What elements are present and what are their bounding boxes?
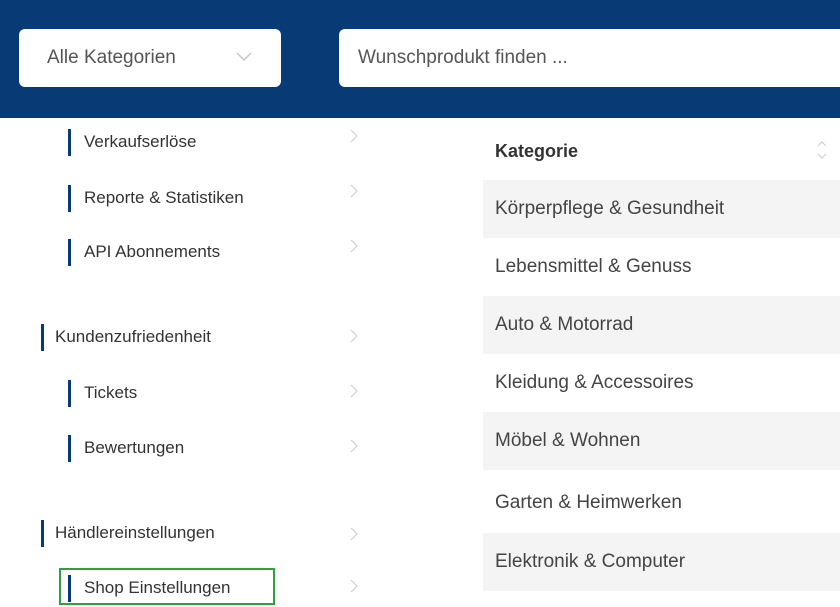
category-row[interactable]: Elektronik & Computer	[483, 533, 840, 591]
accent-bar	[68, 238, 71, 266]
category-select-value: Alle Kategorien	[47, 47, 176, 68]
category-label: Kleidung & Accessoires	[495, 372, 694, 393]
category-label: Elektronik & Computer	[495, 551, 686, 572]
sidebar-item-bewertungen[interactable]: Bewertungen	[68, 433, 184, 463]
chevron-right-icon[interactable]	[349, 579, 359, 593]
accent-bar	[68, 184, 71, 212]
accent-bar	[41, 323, 44, 351]
category-row[interactable]: Auto & Motorrad	[483, 296, 840, 354]
category-row[interactable]: Möbel & Wohnen	[483, 412, 840, 470]
category-row[interactable]: Garten & Heimwerken	[483, 474, 840, 532]
sidebar-item-haendlereinstellungen[interactable]: Händlereinstellungen	[41, 518, 215, 548]
sidebar-item-label: Tickets	[84, 383, 138, 402]
sidebar-item-kundenzufriedenheit[interactable]: Kundenzufriedenheit	[41, 322, 211, 352]
accent-bar	[41, 519, 44, 547]
top-header-bar: Alle Kategorien Wunschprodukt finden ...	[0, 0, 840, 118]
sidebar-item-label: Händlereinstellungen	[55, 523, 215, 542]
sidebar-item-label: Shop Einstellungen	[84, 578, 231, 597]
chevron-right-icon[interactable]	[349, 184, 359, 198]
sort-icon[interactable]	[815, 137, 829, 163]
chevron-right-icon[interactable]	[349, 384, 359, 398]
accent-bar	[68, 434, 71, 462]
category-row[interactable]: Lebensmittel & Genuss	[483, 238, 840, 296]
sidebar-item-label: Kundenzufriedenheit	[55, 327, 211, 346]
chevron-right-icon[interactable]	[349, 439, 359, 453]
chevron-right-icon[interactable]	[349, 129, 359, 143]
search-placeholder: Wunschprodukt finden ...	[358, 47, 568, 68]
category-row[interactable]: Körperpflege & Gesundheit	[483, 180, 840, 238]
accent-bar	[68, 379, 71, 407]
sidebar-item-label: Bewertungen	[84, 438, 185, 457]
category-label: Auto & Motorrad	[495, 314, 634, 335]
search-input[interactable]: Wunschprodukt finden ...	[339, 29, 840, 87]
category-label: Körperpflege & Gesundheit	[495, 198, 725, 219]
category-label: Lebensmittel & Genuss	[495, 256, 692, 277]
sidebar-item-shop-einstellungen[interactable]: Shop Einstellungen	[68, 573, 231, 603]
sidebar-item-api-abonnements[interactable]: API Abonnements	[68, 237, 220, 267]
chevron-right-icon[interactable]	[349, 329, 359, 343]
chevron-right-icon[interactable]	[349, 527, 359, 541]
category-label: Möbel & Wohnen	[495, 430, 641, 451]
chevron-down-icon	[236, 52, 252, 62]
category-row[interactable]: Kleidung & Accessoires	[483, 354, 840, 412]
sidebar-item-verkaufserloese[interactable]: Verkaufserlöse	[68, 127, 196, 157]
sidebar-item-label: API Abonnements	[84, 242, 221, 261]
sidebar-item-label: Verkaufserlöse	[84, 132, 197, 151]
accent-bar	[68, 128, 71, 156]
category-header-label: Kategorie	[495, 140, 579, 161]
chevron-right-icon[interactable]	[349, 239, 359, 253]
sidebar-item-tickets[interactable]: Tickets	[68, 378, 137, 408]
category-column-header[interactable]: Kategorie	[483, 122, 840, 180]
accent-bar	[68, 574, 71, 602]
category-select[interactable]: Alle Kategorien	[19, 29, 281, 87]
sidebar-item-label: Reporte & Statistiken	[84, 188, 244, 207]
sidebar-item-reporte-statistiken[interactable]: Reporte & Statistiken	[68, 183, 244, 213]
category-label: Garten & Heimwerken	[495, 492, 682, 513]
